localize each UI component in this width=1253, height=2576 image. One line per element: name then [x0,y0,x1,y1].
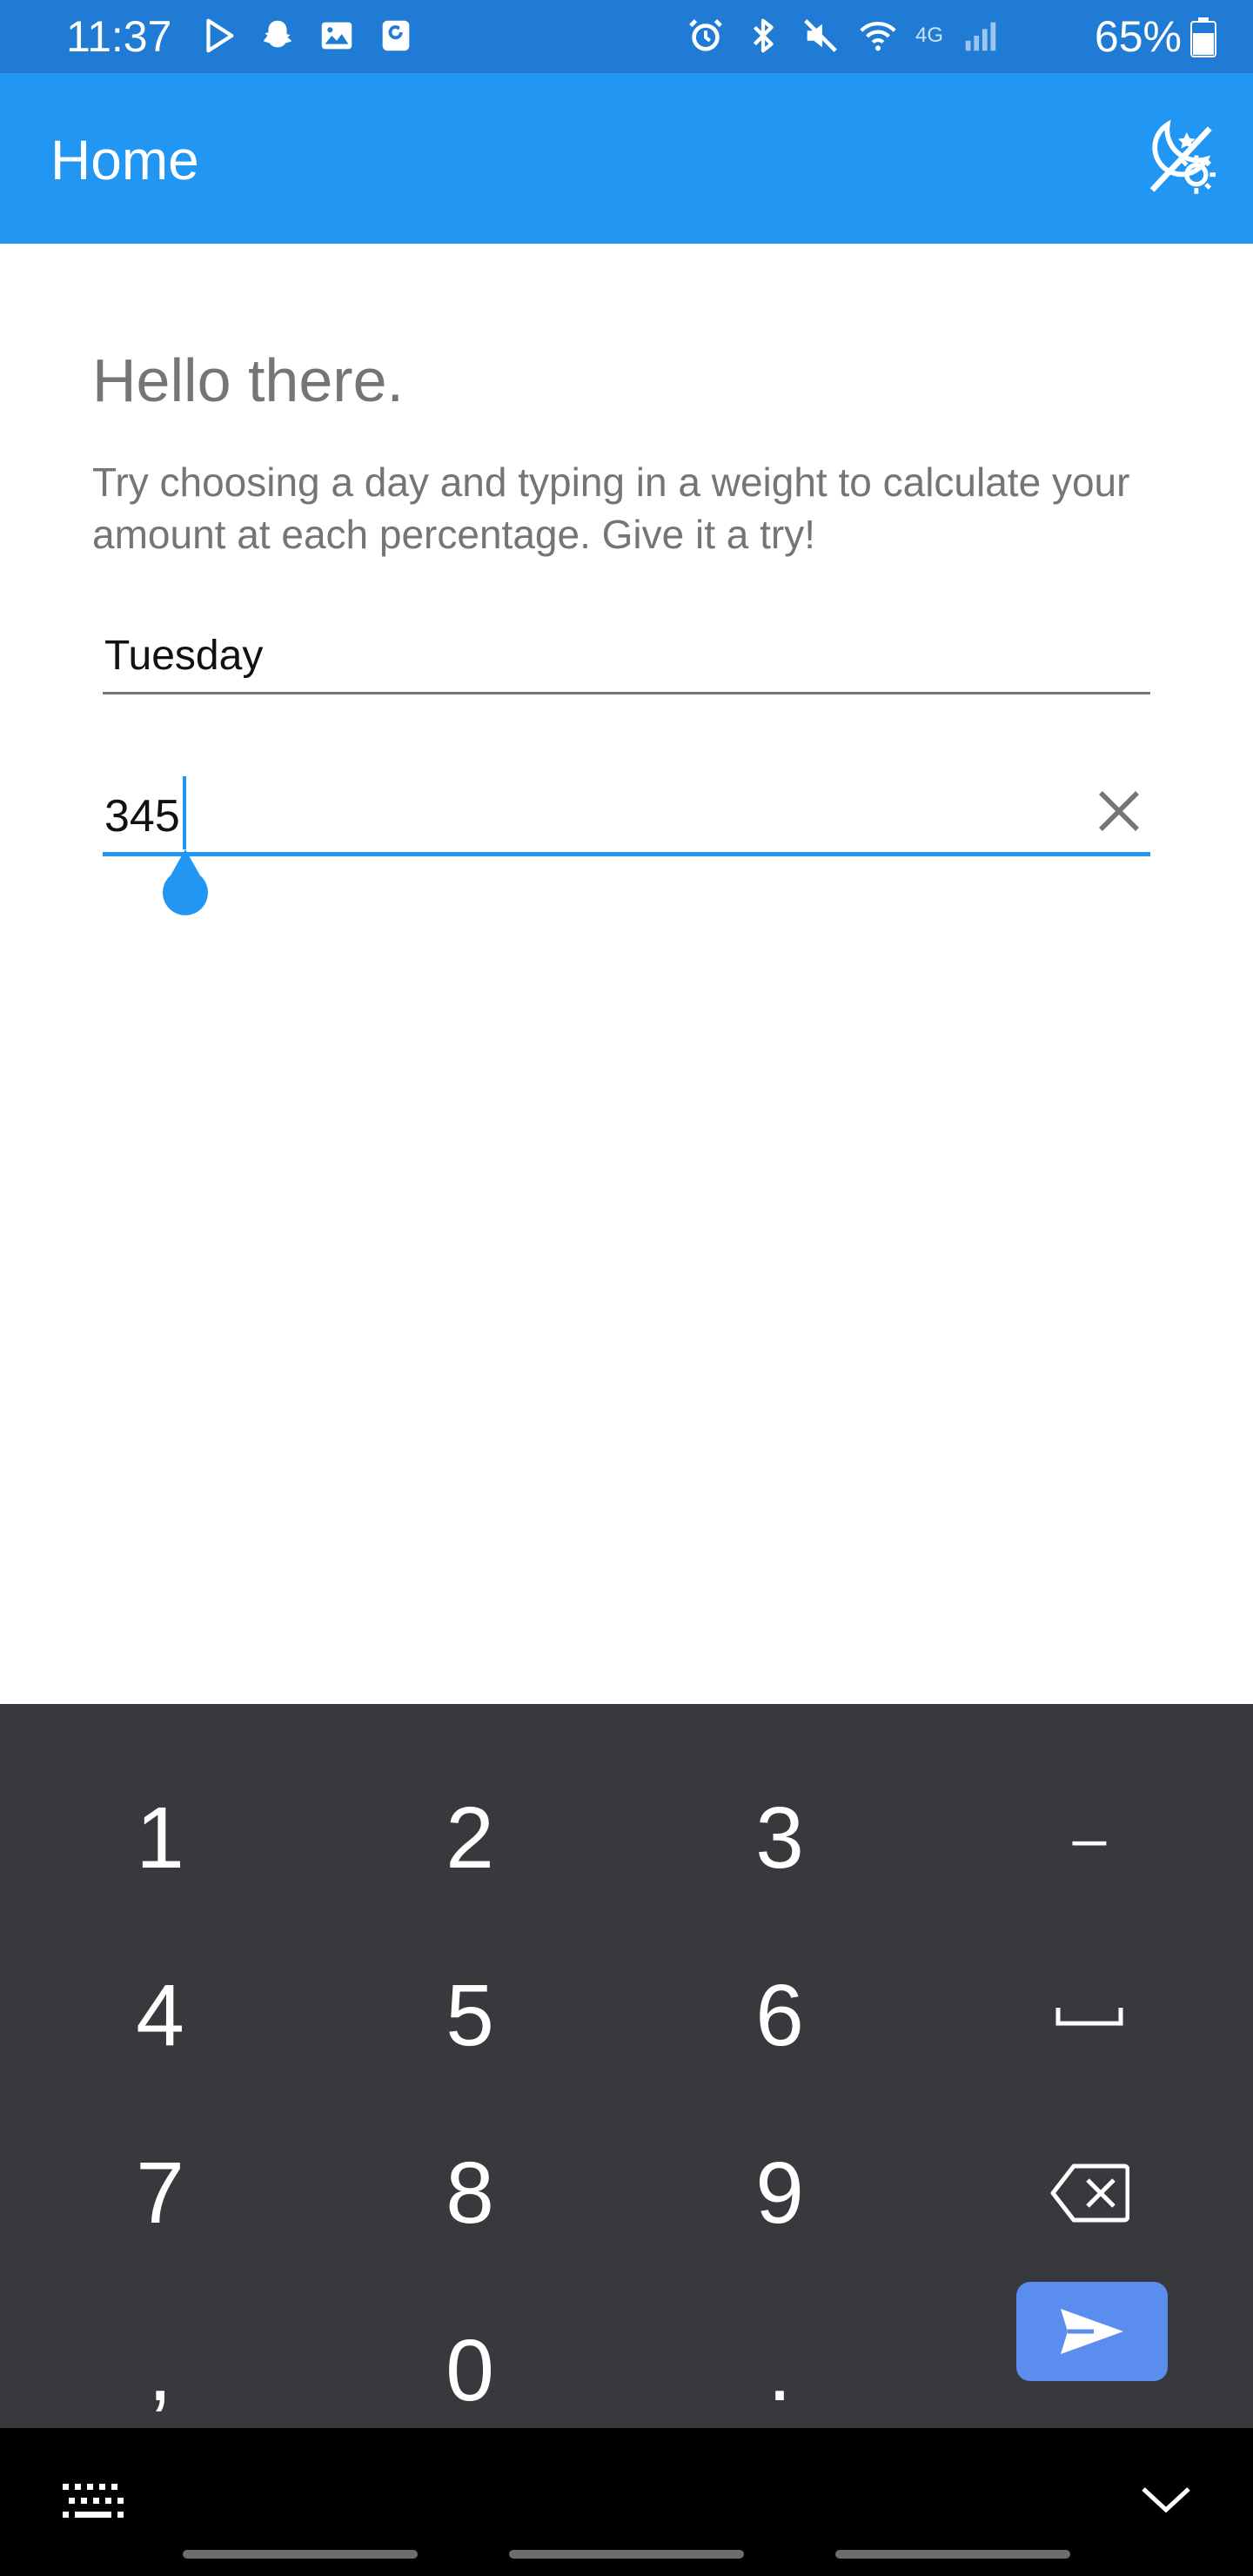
key-4[interactable]: 4 [3,1927,317,2104]
page-title: Home [50,129,199,191]
status-bar: 11:37 4G 65% [0,0,1253,73]
navigation-bar [0,2428,1253,2576]
key-minus[interactable]: – [933,1749,1246,1927]
day-night-toggle-icon[interactable] [1133,113,1225,205]
key-3[interactable]: 3 [623,1749,936,1927]
app-notification-icon [382,20,410,51]
status-notification-icons [198,16,416,56]
day-select[interactable]: Tuesday [103,618,1150,694]
weight-input[interactable]: 345 [103,769,1150,856]
status-system-icons: 4G [686,16,1001,56]
play-store-icon [206,18,234,53]
signal-icon [965,22,996,51]
text-caret [183,776,186,849]
nav-handle-center [509,2550,744,2559]
snapchat-icon [263,20,292,48]
keyboard-switch-icon[interactable] [61,2482,125,2522]
key-9[interactable]: 9 [623,2104,936,2282]
alarm-icon [689,19,722,51]
key-2[interactable]: 2 [313,1749,626,1927]
status-time: 11:37 [66,12,172,61]
gallery-icon [321,22,352,50]
day-select-value: Tuesday [104,633,264,679]
network-type-label: 4G [915,23,943,47]
clear-input-icon[interactable] [1095,787,1143,835]
key-6[interactable]: 6 [623,1927,936,2104]
greeting-heading: Hello there. [92,346,404,414]
battery-icon [1190,17,1216,57]
nav-handle-left [183,2550,418,2559]
key-7[interactable]: 7 [3,2104,317,2282]
backspace-key[interactable] [933,2104,1246,2282]
bluetooth-icon [753,18,774,53]
instructions-text: Try choosing a day and typing in a weigh… [92,460,1130,557]
caret-drag-handle[interactable] [155,849,216,919]
weight-input-value: 345 [104,791,180,842]
send-key[interactable] [1016,2282,1168,2381]
send-icon [1061,2309,1123,2354]
space-icon [1055,2008,1123,2026]
battery-percent: 65% [1094,12,1182,61]
key-1[interactable]: 1 [3,1749,317,1927]
key-5[interactable]: 5 [313,1927,626,2104]
nav-handle-right [835,2550,1070,2559]
app-bar: Home [0,73,1253,244]
hide-keyboard-chevron-icon[interactable] [1140,2482,1192,2517]
backspace-icon [1050,2163,1129,2223]
wifi-icon [860,22,896,51]
numeric-keyboard: 1 2 3 – 4 5 6 7 8 9 , 0 . [0,1704,1253,2428]
key-8[interactable]: 8 [313,2104,626,2282]
mute-icon [804,19,837,52]
space-key[interactable] [933,1927,1246,2104]
